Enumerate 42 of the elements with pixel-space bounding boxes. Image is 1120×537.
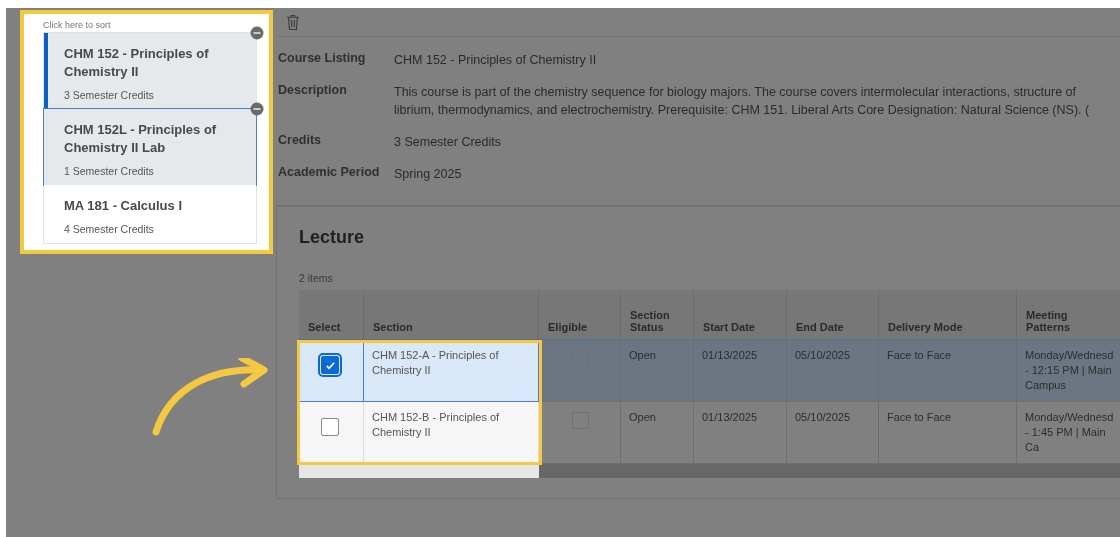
column-header: Eligible <box>539 290 621 340</box>
field-value: CHM 152 - Principles of Chemistry II <box>394 52 598 69</box>
course-card[interactable]: CHM 152 - Principles of Chemistry II 3 Semester Credits <box>44 33 256 109</box>
table-cell: Open <box>621 340 694 402</box>
field-value: Spring 2025 <box>394 166 463 183</box>
table-cell: 05/10/2025 <box>787 340 879 402</box>
table-cell: 01/13/2025 <box>694 340 787 402</box>
course-credits: 4 Semester Credits <box>64 223 155 235</box>
table-cell: Monday/Wednesd - 12:15 PM | Main Campus <box>1017 340 1120 402</box>
column-header: Meeting Patterns <box>1017 290 1120 340</box>
course-title: CHM 152 - Principles of Chemistry II <box>64 45 210 81</box>
field-value: librium, thermodynamics, and electrochemistry. Prerequisite: CHM 151. Liberal Arts Core Designation: Natural Science (NS). ( <box>394 102 1091 119</box>
row-checkbox[interactable] <box>321 418 339 436</box>
sort-hint[interactable]: Click here to sort <box>43 20 111 30</box>
course-title: MA 181 - Calculus I <box>64 197 183 215</box>
field-label: Credits <box>278 133 323 149</box>
section-heading: Lecture <box>299 227 366 248</box>
row-checkbox[interactable] <box>321 356 339 374</box>
check-icon <box>324 359 336 371</box>
item-count: 2 items <box>299 272 334 284</box>
column-header: Start Date <box>694 290 787 340</box>
course-credits: 3 Semester Credits <box>64 89 155 101</box>
trash-icon[interactable] <box>286 13 300 31</box>
course-card[interactable]: CHM 152L - Principles of Chemistry II Lab 1 Semester Credits <box>44 109 256 185</box>
field-value: 3 Semester Credits <box>394 134 502 151</box>
remove-icon[interactable] <box>250 102 264 116</box>
course-credits: 1 Semester Credits <box>64 165 155 177</box>
table-cell: CHM 152-A - Principles of Chemistry II <box>364 340 539 402</box>
column-header: Delivery Mode <box>879 290 1017 340</box>
course-title: CHM 152L - Principles of Chemistry II Lab <box>64 121 218 157</box>
table-cell: Face to Face <box>879 340 1017 402</box>
field-label: Course Listing <box>278 51 367 67</box>
field-label: Academic Period <box>278 165 381 181</box>
remove-icon[interactable] <box>250 26 264 40</box>
column-header: Section Status <box>621 290 694 340</box>
field-label: Description <box>278 83 348 99</box>
column-header: Select <box>299 290 364 340</box>
horizontal-scrollbar[interactable] <box>299 464 1120 478</box>
column-header: End Date <box>787 290 879 340</box>
field-value: This course is part of the chemistry sequence for biology majors. The course covers intermolecular interactions, structure of <box>394 84 1077 101</box>
column-header: Section <box>364 290 539 340</box>
table-cell: CHM 152-B - Principles of Chemistry II <box>364 402 539 464</box>
